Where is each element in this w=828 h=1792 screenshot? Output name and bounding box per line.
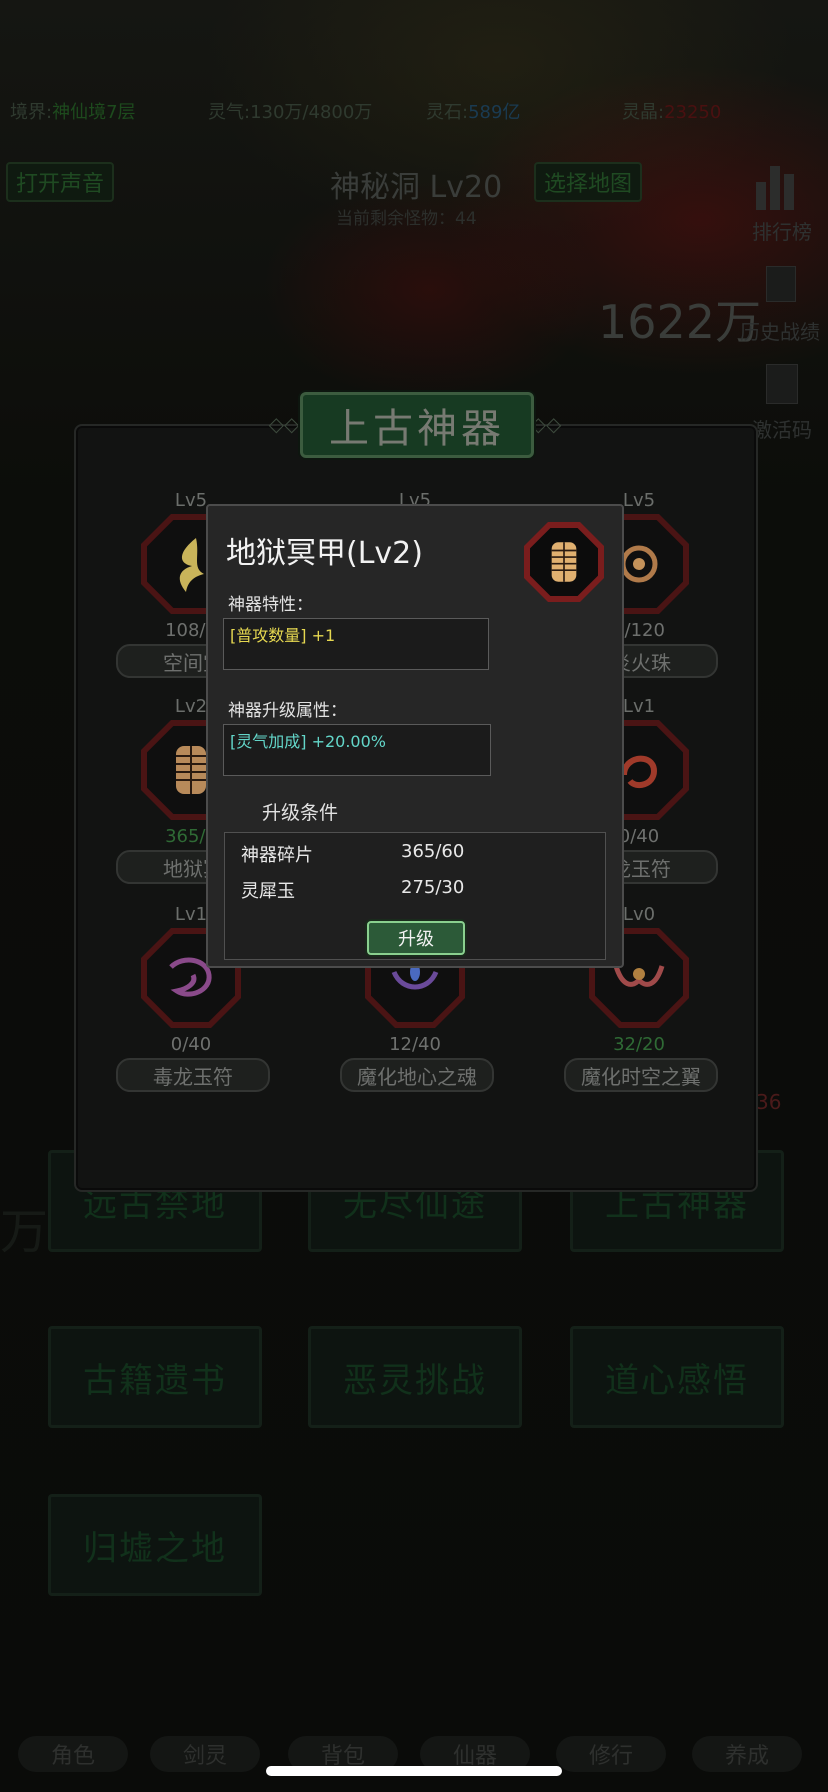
upgrade-button[interactable]: 升级 (367, 921, 465, 955)
upgrade-attribute-box: [灵气加成] +20.00% (223, 724, 491, 776)
sound-toggle-button[interactable]: 打开声音 (6, 162, 115, 202)
realm-stat: 境界:神仙境7层 (10, 102, 136, 123)
history-label: 历史战绩 (740, 320, 820, 344)
artifact-detail-dialog: 地狱冥甲(Lv2) 神器特性： [普攻数量] +1 神器升级属性： [灵气加成]… (206, 504, 624, 968)
menu-ancient-books[interactable]: 古籍遗书 (48, 1326, 262, 1428)
nav-sword-spirit[interactable]: 剑灵 (150, 1736, 260, 1772)
artifact-name: 毒龙玉符 (116, 1058, 270, 1092)
artifact-shard-count: 32/20 (613, 1034, 665, 1055)
title-ornament-left-icon: ◇◇ (268, 412, 300, 436)
nav-development[interactable]: 养成 (692, 1736, 802, 1772)
condition-value: 275/30 (401, 877, 465, 898)
condition-name: 神器碎片 (241, 845, 313, 866)
menu-left-fragment: 万 (0, 1204, 49, 1260)
menu-dao-heart[interactable]: 道心感悟 (570, 1326, 784, 1428)
activation-code-icon[interactable] (766, 364, 798, 404)
condition-value: 365/60 (401, 841, 465, 862)
nav-cultivation[interactable]: 修行 (556, 1736, 666, 1772)
artifact-shard-count: 12/40 (389, 1034, 441, 1055)
combat-power: 1622万 (598, 295, 762, 349)
artifact-shard-count: 0/40 (170, 1034, 212, 1055)
spirit-crystal-stat: 灵晶:23250 (622, 102, 722, 123)
side-counter: 36 (756, 1090, 782, 1114)
status-bar: 境界:神仙境7层 灵气:130万/4800万 灵石:589亿 灵晶:23250 (10, 98, 818, 128)
artifact-panel-title: 上古神器 (300, 392, 534, 458)
menu-evil-spirit-challenge[interactable]: 恶灵挑战 (308, 1326, 522, 1428)
upgrade-attribute-value: [灵气加成] +20.00% (230, 732, 386, 751)
qi-stat: 灵气:130万/4800万 (208, 102, 373, 123)
dialog-title: 地狱冥甲(Lv2) (226, 536, 423, 571)
remaining-monsters: 当前剩余怪物：44 (336, 209, 477, 229)
upgrade-conditions-label: 升级条件 (262, 802, 339, 824)
select-map-button[interactable]: 选择地图 (534, 162, 643, 202)
ranking-icon[interactable] (756, 160, 806, 210)
stage-title: 神秘洞 Lv20 (330, 170, 503, 205)
spirit-stone-stat: 灵石:589亿 (426, 102, 521, 123)
history-icon[interactable] (766, 266, 796, 302)
nav-character[interactable]: 角色 (18, 1736, 128, 1772)
condition-name: 灵犀玉 (241, 881, 295, 902)
ranking-label: 排行榜 (752, 220, 812, 244)
hell-armor-icon (530, 528, 598, 596)
menu-abyss-land[interactable]: 归墟之地 (48, 1494, 262, 1596)
trait-label: 神器特性： (228, 595, 313, 615)
artifact-name: 魔化地心之魂 (340, 1058, 494, 1092)
home-indicator[interactable] (266, 1766, 562, 1776)
trait-value: [普攻数量] +1 (230, 626, 336, 645)
artifact-name: 魔化时空之翼 (564, 1058, 718, 1092)
upgrade-conditions-box: 神器碎片 365/60 灵犀玉 275/30 升级 (224, 832, 606, 960)
upgrade-attribute-label: 神器升级属性： (228, 701, 347, 721)
activation-code-label: 激活码 (752, 418, 812, 442)
trait-box: [普攻数量] +1 (223, 618, 489, 670)
